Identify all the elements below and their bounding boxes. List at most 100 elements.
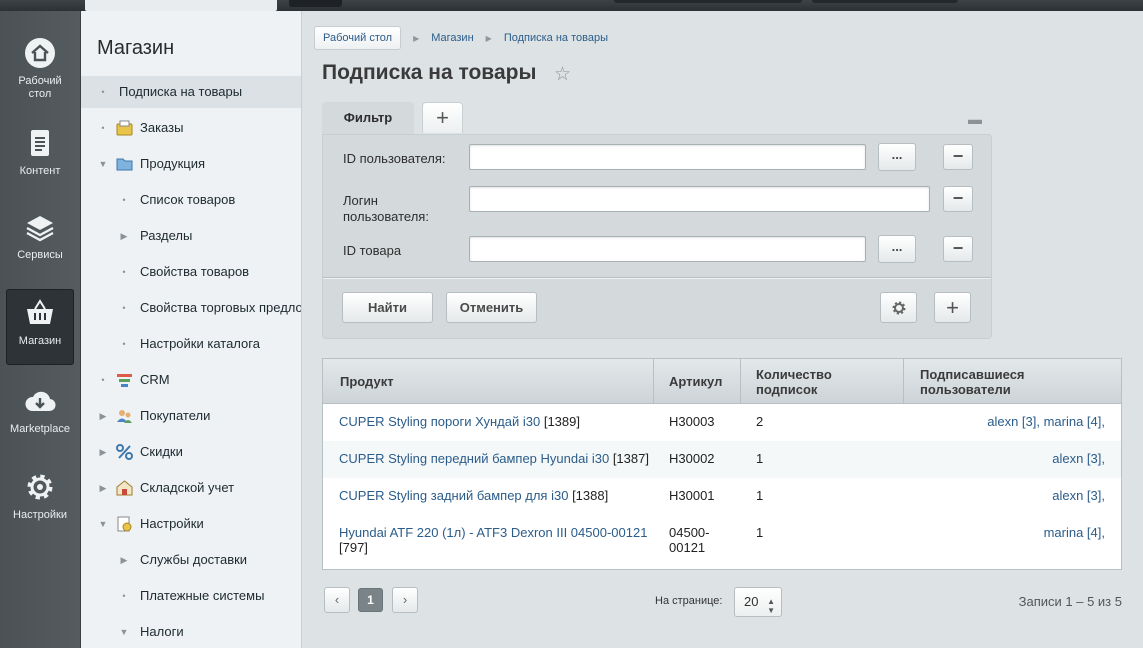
table-row[interactable]: CUPER Styling задний бампер для i30 [138… xyxy=(323,478,1121,515)
nav-marketplace[interactable]: Marketplace xyxy=(6,385,74,445)
sidebar-item-discounts[interactable]: ▶ Скидки xyxy=(81,436,301,468)
table-row[interactable]: Hyundai ATF 220 (1л) - ATF3 Dexron III 0… xyxy=(323,515,1121,569)
sidebar-item-catalog-settings[interactable]: • Настройки каталога xyxy=(81,328,301,360)
per-page-select[interactable]: 20 ▲ ▼ xyxy=(734,587,782,617)
nav-settings[interactable]: Настройки xyxy=(6,471,74,531)
table-header: Продукт Артикул Количество подписок Подп… xyxy=(323,359,1121,404)
nav-desktop[interactable]: Рабочий стол xyxy=(6,37,74,107)
column-header-count[interactable]: Количество подписок xyxy=(741,359,904,404)
product-link[interactable]: CUPER Styling пороги Хундай i30 xyxy=(339,414,540,429)
bullet-icon: • xyxy=(122,267,126,277)
expand-arrow-icon[interactable]: ▶ xyxy=(119,544,129,576)
product-id-input[interactable] xyxy=(469,236,866,262)
product-link[interactable]: CUPER Styling задний бампер для i30 xyxy=(339,488,568,503)
column-header-users[interactable]: Подписавшиеся пользователи xyxy=(904,359,1121,404)
user-login-label: Логин пользователя: xyxy=(343,193,429,224)
collapse-arrow-icon[interactable]: ▼ xyxy=(119,616,129,648)
users-link[interactable]: marina [4], xyxy=(1044,525,1105,540)
product-id-remove-button[interactable]: − xyxy=(943,236,973,262)
sidebar-item-products[interactable]: ▼ Продукция xyxy=(81,148,301,180)
top-user[interactable] xyxy=(812,0,958,3)
breadcrumb-desktop[interactable]: Рабочий стол xyxy=(314,26,402,50)
cancel-button[interactable]: Отменить xyxy=(446,292,537,323)
gear-icon xyxy=(27,474,53,500)
sidebar-item-orders[interactable]: • Заказы xyxy=(81,112,301,144)
count-cell: 1 xyxy=(756,451,764,466)
sidebar-item-product-properties[interactable]: • Свойства товаров xyxy=(81,256,301,288)
sidebar-item-settings[interactable]: ▼ Настройки xyxy=(81,508,301,540)
breadcrumb: Рабочий стол ▶ Магазин ▶ Подписка на тов… xyxy=(314,25,608,51)
sidebar-item-customers[interactable]: ▶ Покупатели xyxy=(81,400,301,432)
top-tab-active[interactable] xyxy=(85,0,277,11)
nav-shop[interactable]: Магазин xyxy=(6,289,74,365)
table-row[interactable]: CUPER Styling пороги Хундай i30 [1389] H… xyxy=(323,404,1121,441)
sku-cell: H30001 xyxy=(669,488,715,503)
sidebar-item-label: Скидки xyxy=(140,444,183,459)
product-id-browse-button[interactable]: ... xyxy=(878,235,916,263)
user-login-remove-button[interactable]: − xyxy=(943,186,973,212)
count-cell: 2 xyxy=(756,414,764,429)
sidebar-item-label: Настройки xyxy=(140,516,204,531)
favorite-star-icon[interactable]: ☆ xyxy=(554,63,571,86)
sidebar-item-label: CRM xyxy=(140,372,170,387)
home-icon xyxy=(25,38,55,68)
expand-arrow-icon[interactable]: ▶ xyxy=(98,436,108,468)
user-id-browse-button[interactable]: ... xyxy=(878,143,916,171)
breadcrumb-current[interactable]: Подписка на товары xyxy=(504,32,608,44)
collapse-arrow-icon[interactable]: ▼ xyxy=(98,508,108,540)
sidebar-item-label: Свойства товаров xyxy=(140,264,250,279)
sidebar-item-taxes[interactable]: ▼ Налоги xyxy=(81,616,301,648)
add-filter-field-button[interactable]: + xyxy=(934,292,971,323)
sidebar-item-offer-properties[interactable]: • Свойства торговых предложений xyxy=(81,292,302,324)
users-icon xyxy=(117,410,132,423)
sidebar-item-payment[interactable]: • Платежные системы xyxy=(81,580,301,612)
per-page-label: На странице: xyxy=(655,595,723,607)
users-link[interactable]: alexn [3], xyxy=(1052,488,1105,503)
find-button[interactable]: Найти xyxy=(342,292,433,323)
product-link[interactable]: CUPER Styling передний бампер Hyundai i3… xyxy=(339,451,609,466)
add-filter-tab-button[interactable]: + xyxy=(422,102,463,133)
subscriptions-table: Продукт Артикул Количество подписок Подп… xyxy=(322,358,1122,570)
users-link[interactable]: alexn [3], marina [4], xyxy=(987,414,1105,429)
users-link[interactable]: alexn [3], xyxy=(1052,451,1105,466)
product-link[interactable]: Hyundai ATF 220 (1л) - ATF3 Dexron III 0… xyxy=(339,525,647,540)
sidebar-item-label: Складской учет xyxy=(140,480,235,495)
sidebar-item-subscriptions[interactable]: • Подписка на товары xyxy=(81,76,301,108)
nav-services[interactable]: Сервисы xyxy=(6,211,74,271)
next-page-button[interactable]: › xyxy=(392,587,418,613)
column-header-product[interactable]: Продукт xyxy=(323,359,654,404)
section-sidebar: Магазин • Подписка на товары • Заказы ▼ П… xyxy=(81,11,302,648)
sidebar-item-label: Разделы xyxy=(140,228,193,243)
expand-arrow-icon[interactable]: ▶ xyxy=(98,400,108,432)
collapse-arrow-icon[interactable]: ▼ xyxy=(98,148,108,180)
user-id-remove-button[interactable]: − xyxy=(943,144,973,170)
table-row[interactable]: CUPER Styling передний бампер Hyundai i3… xyxy=(323,441,1121,478)
prev-page-button[interactable]: ‹ xyxy=(324,587,350,613)
user-id-input[interactable] xyxy=(469,144,866,170)
sidebar-item-sections[interactable]: ▶ Разделы xyxy=(81,220,301,252)
column-header-sku[interactable]: Артикул xyxy=(654,359,741,404)
bullet-icon: • xyxy=(122,591,126,601)
sidebar-item-label: Свойства торговых предложений xyxy=(140,300,302,315)
bullet-icon: • xyxy=(101,123,105,133)
breadcrumb-shop[interactable]: Магазин xyxy=(431,32,473,44)
top-button[interactable] xyxy=(289,0,342,7)
sidebar-item-crm[interactable]: • CRM xyxy=(81,364,301,396)
sidebar-item-warehouse[interactable]: ▶ Складской учет xyxy=(81,472,301,504)
sidebar-item-product-list[interactable]: • Список товаров xyxy=(81,184,301,216)
sidebar-item-delivery[interactable]: ▶ Службы доставки xyxy=(81,544,301,576)
page-1-button[interactable]: 1 xyxy=(358,588,383,612)
tab-filter[interactable]: Фильтр xyxy=(322,102,414,135)
expand-arrow-icon[interactable]: ▶ xyxy=(98,472,108,504)
breadcrumb-arrow-icon: ▶ xyxy=(485,33,492,43)
expand-arrow-icon[interactable]: ▶ xyxy=(119,220,129,252)
sku-cell: H30003 xyxy=(669,414,715,429)
sidebar-title: Магазин xyxy=(97,37,175,59)
sidebar-item-label: Продукция xyxy=(140,156,206,171)
sidebar-item-label: Подписка на товары xyxy=(119,84,243,99)
minimize-icon[interactable]: ▬ xyxy=(968,111,982,127)
nav-content[interactable]: Контент xyxy=(6,127,74,187)
filter-settings-button[interactable] xyxy=(880,292,917,323)
user-login-input[interactable] xyxy=(469,186,930,212)
top-search[interactable] xyxy=(614,0,802,3)
